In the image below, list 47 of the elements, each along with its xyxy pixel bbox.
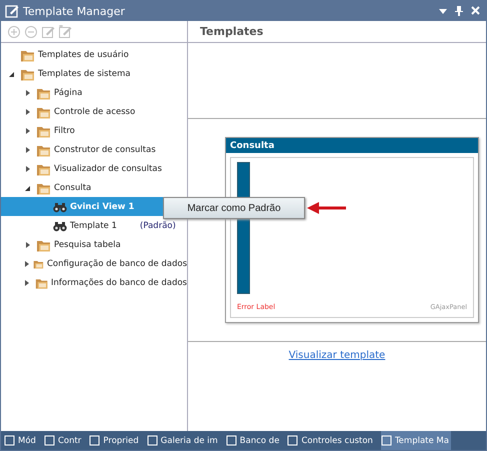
expand-icon[interactable] bbox=[25, 166, 31, 172]
tree-item[interactable]: Templates de sistema bbox=[1, 64, 187, 83]
tab-icon bbox=[89, 435, 100, 446]
expand-icon[interactable] bbox=[24, 280, 30, 286]
collapse-icon[interactable] bbox=[9, 70, 15, 76]
tab-icon bbox=[44, 435, 55, 446]
arrow-drawing bbox=[306, 201, 348, 215]
tree-item[interactable]: Visualizador de consultas bbox=[1, 159, 187, 178]
panel-header: Templates bbox=[188, 21, 486, 43]
tab-icon bbox=[287, 435, 298, 446]
expand-icon[interactable] bbox=[25, 146, 31, 152]
taskbar-tab[interactable]: Template Ma bbox=[380, 431, 451, 450]
tab-icon bbox=[226, 435, 237, 446]
tab-icon bbox=[380, 435, 392, 446]
expand-icon[interactable] bbox=[25, 108, 31, 114]
taskbar-tab[interactable]: Mód bbox=[4, 431, 38, 450]
tree-item[interactable]: Filtro bbox=[1, 121, 187, 140]
tab-icon bbox=[146, 435, 158, 446]
taskbar-tab[interactable]: Galeria de im bbox=[146, 431, 220, 450]
tab-icon bbox=[4, 435, 15, 446]
dropdown-icon[interactable] bbox=[439, 6, 447, 16]
default-label: (Padrão) bbox=[140, 220, 176, 230]
tree-item[interactable]: Templates de usuário bbox=[1, 45, 187, 64]
expand-icon[interactable] bbox=[24, 260, 30, 266]
pin-icon[interactable] bbox=[455, 6, 463, 16]
preview-link[interactable]: Visualizar template bbox=[288, 350, 386, 361]
context-menu-item[interactable]: Marcar como Padrão bbox=[163, 197, 305, 219]
tree-item[interactable]: Controle de acesso bbox=[1, 102, 187, 121]
window-title: Template Manager bbox=[23, 4, 126, 18]
tree-item[interactable]: Consulta bbox=[1, 178, 187, 197]
taskbar-tab[interactable]: Banco de bbox=[226, 431, 282, 450]
taskbar-tab[interactable]: Contr bbox=[44, 431, 84, 450]
tree-item[interactable]: Construtor de consultas bbox=[1, 140, 187, 159]
taskbar-tab[interactable]: Propried bbox=[89, 431, 141, 450]
panel-title: Consulta bbox=[226, 138, 478, 153]
expand-icon[interactable] bbox=[25, 90, 31, 96]
tree-item[interactable]: Configuração de banco de dados bbox=[1, 254, 187, 273]
tree-item[interactable]: Pesquisa tabela bbox=[1, 235, 187, 254]
tree-item[interactable]: Página bbox=[1, 83, 187, 102]
tree-item[interactable]: Template 1 (Padrão) bbox=[1, 216, 187, 235]
taskbar-tab[interactable]: Controles custon bbox=[287, 431, 375, 450]
collapse-icon[interactable] bbox=[25, 184, 31, 190]
expand-icon[interactable] bbox=[25, 128, 31, 134]
tree-item[interactable]: Informações do banco de dados bbox=[1, 273, 187, 292]
edit-icon bbox=[5, 4, 19, 18]
expand-icon[interactable] bbox=[25, 242, 31, 248]
close-icon[interactable] bbox=[471, 6, 480, 16]
